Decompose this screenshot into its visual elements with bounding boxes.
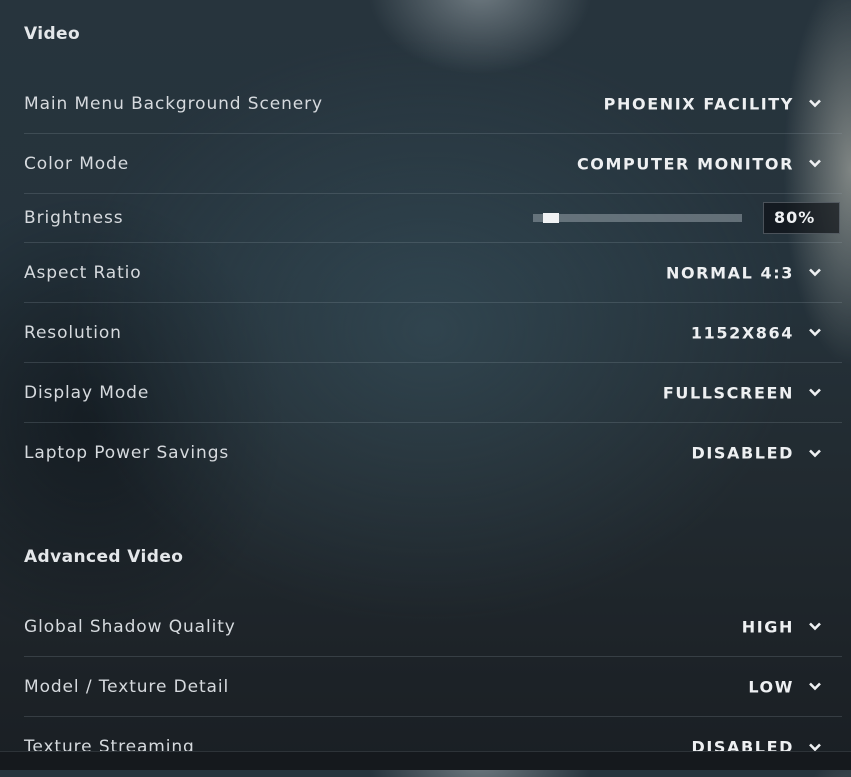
slider-thumb[interactable] <box>543 213 559 223</box>
dropdown-value: FULLSCREEN <box>662 383 794 402</box>
bottom-bar <box>0 751 851 770</box>
chevron-down-icon <box>809 388 821 397</box>
chevron-down-icon <box>809 622 821 631</box>
setting-row-resolution: Resolution 1152X864 <box>24 303 842 363</box>
global-shadow-quality-dropdown[interactable]: HIGH <box>742 617 822 636</box>
setting-row-model-texture-detail: Model / Texture Detail LOW <box>24 657 842 717</box>
color-mode-dropdown[interactable]: COMPUTER MONITOR <box>577 154 822 173</box>
setting-row-brightness: Brightness 80% <box>24 194 842 243</box>
dropdown-value: NORMAL 4:3 <box>665 263 794 282</box>
setting-label: Aspect Ratio <box>24 262 142 283</box>
setting-label: Main Menu Background Scenery <box>24 93 323 114</box>
background-scenery-dropdown[interactable]: PHOENIX FACILITY <box>604 94 822 113</box>
setting-row-laptop-power-savings: Laptop Power Savings DISABLED <box>24 423 842 483</box>
model-texture-detail-dropdown[interactable]: LOW <box>748 677 822 696</box>
laptop-power-savings-dropdown[interactable]: DISABLED <box>691 444 822 463</box>
setting-row-background-scenery: Main Menu Background Scenery PHOENIX FAC… <box>24 74 842 134</box>
brightness-slider[interactable] <box>533 213 742 223</box>
section-title-advanced-video: Advanced Video <box>24 547 184 567</box>
setting-label: Laptop Power Savings <box>24 443 230 463</box>
chevron-down-icon <box>809 99 821 108</box>
chevron-down-icon <box>809 328 821 337</box>
dropdown-value: LOW <box>748 677 794 696</box>
dropdown-value: PHOENIX FACILITY <box>603 94 794 113</box>
brightness-value-field[interactable]: 80% <box>763 202 840 234</box>
dropdown-value: DISABLED <box>691 443 794 463</box>
aspect-ratio-dropdown[interactable]: NORMAL 4:3 <box>666 263 822 282</box>
setting-label: Display Mode <box>24 382 150 403</box>
setting-label: Global Shadow Quality <box>24 616 236 637</box>
setting-row-aspect-ratio: Aspect Ratio NORMAL 4:3 <box>24 243 842 303</box>
dropdown-value: COMPUTER MONITOR <box>576 154 794 173</box>
display-mode-dropdown[interactable]: FULLSCREEN <box>663 383 822 402</box>
chevron-down-icon <box>809 159 821 168</box>
resolution-dropdown[interactable]: 1152X864 <box>691 323 822 342</box>
video-settings-panel: Video Main Menu Background Scenery PHOEN… <box>0 0 851 770</box>
setting-label: Color Mode <box>24 153 130 174</box>
setting-label: Resolution <box>24 322 122 343</box>
setting-row-color-mode: Color Mode COMPUTER MONITOR <box>24 134 842 194</box>
dropdown-value: HIGH <box>741 617 794 636</box>
dropdown-value: 1152X864 <box>690 323 794 342</box>
chevron-down-icon <box>809 449 821 457</box>
setting-row-display-mode: Display Mode FULLSCREEN <box>24 363 842 423</box>
setting-row-global-shadow-quality: Global Shadow Quality HIGH <box>24 597 842 657</box>
section-title-video: Video <box>24 24 81 44</box>
chevron-down-icon <box>809 682 821 691</box>
chevron-down-icon <box>809 268 821 277</box>
setting-label: Model / Texture Detail <box>24 676 230 697</box>
setting-label: Brightness <box>24 208 124 228</box>
